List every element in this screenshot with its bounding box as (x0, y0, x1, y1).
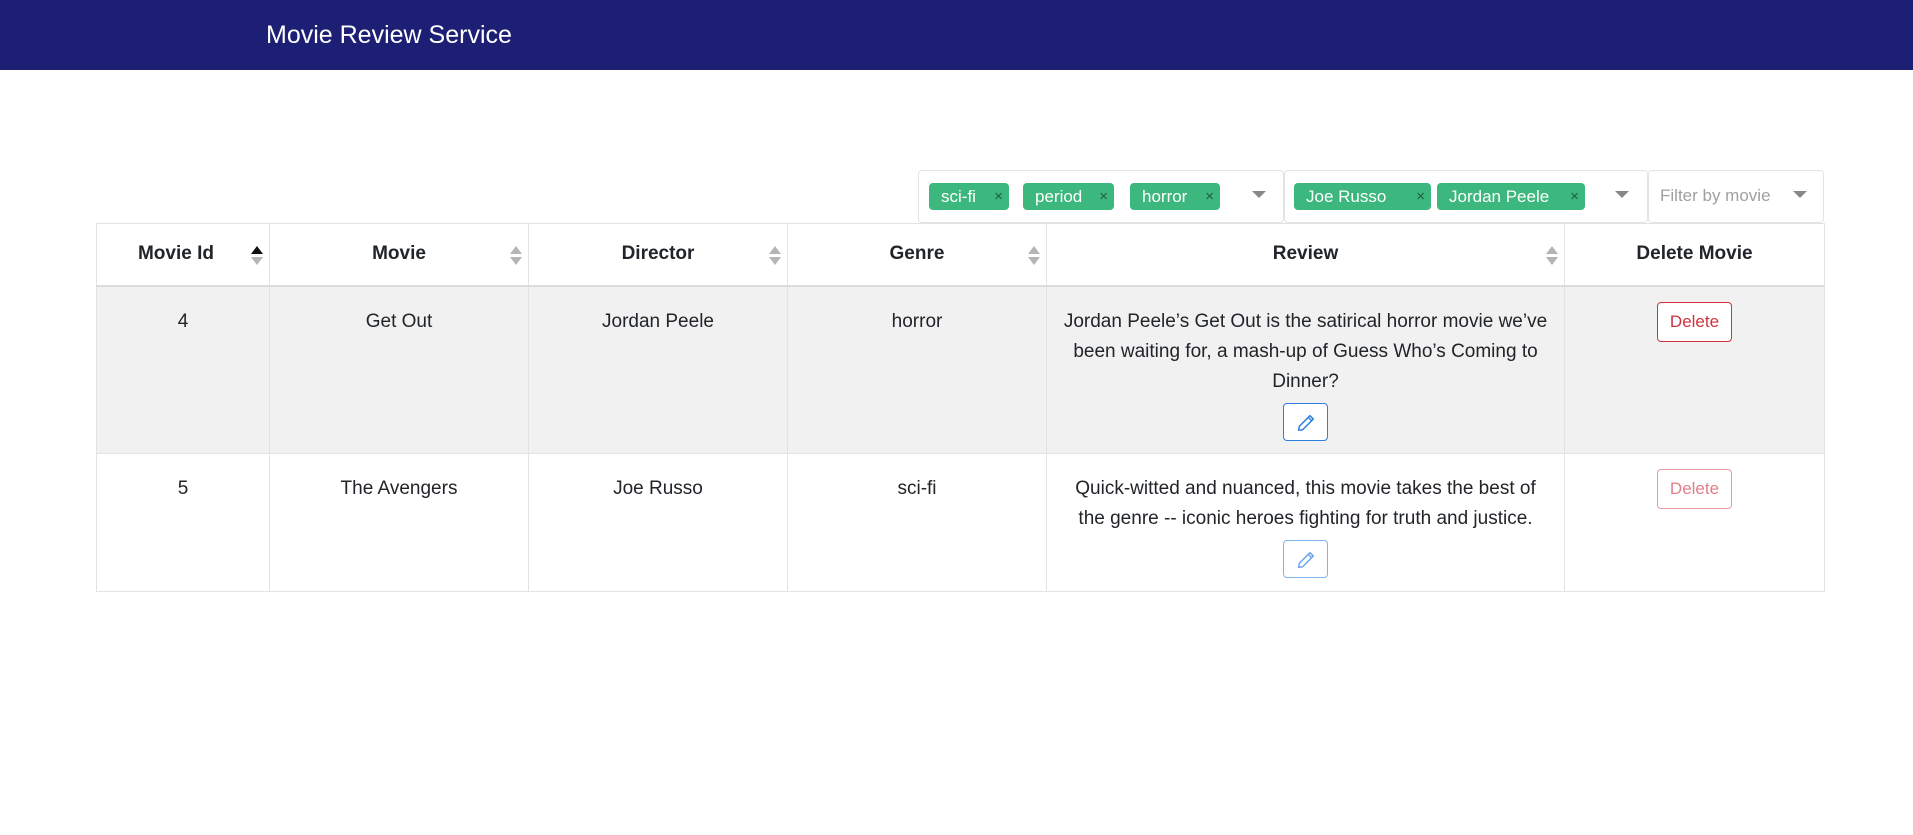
app-title[interactable]: Movie Review Service (266, 20, 512, 50)
column-header-review[interactable]: Review (1046, 223, 1565, 287)
caret-down-icon[interactable] (1252, 191, 1266, 198)
close-icon[interactable]: × (1099, 183, 1108, 210)
edit-review-button[interactable] (1283, 402, 1328, 441)
cell-movie: Get Out (269, 285, 529, 454)
column-header-delete: Delete Movie (1564, 223, 1825, 287)
cell-delete: Delete (1564, 285, 1825, 454)
movie-filter-placeholder: Filter by movie (1660, 186, 1771, 205)
movie-filter[interactable]: Filter by movie (1648, 170, 1824, 223)
close-icon[interactable]: × (994, 183, 1003, 210)
review-text: Quick-witted and nuanced, this movie tak… (1075, 478, 1536, 529)
cell-movie-id: 5 (96, 453, 270, 592)
caret-down-icon[interactable] (1793, 191, 1807, 198)
genre-filter[interactable]: sci-fi × period × horror × (918, 170, 1284, 223)
column-label: Movie (372, 243, 426, 265)
sort-arrows-icon[interactable] (510, 246, 522, 266)
edit-review-button[interactable] (1283, 540, 1328, 578)
sort-arrows-icon[interactable] (1546, 246, 1558, 266)
genre-chip[interactable]: sci-fi × (929, 183, 1009, 210)
close-icon[interactable]: × (1205, 183, 1214, 210)
pencil-icon (1297, 551, 1315, 569)
table-row[interactable]: 4 Get Out Jordan Peele horror Jordan Pee… (96, 285, 1825, 454)
cell-director: Joe Russo (528, 453, 788, 592)
column-label: Movie Id (137, 243, 214, 265)
delete-button[interactable]: Delete (1657, 301, 1732, 342)
table-header-row: Movie Id Movie Director Genre Review Del… (96, 223, 1825, 287)
chip-label: Joe Russo (1306, 187, 1387, 206)
delete-button[interactable]: Delete (1657, 469, 1732, 509)
genre-chip[interactable]: period × (1023, 183, 1114, 210)
column-label: Delete Movie (1636, 243, 1753, 265)
director-filter[interactable]: Joe Russo × Jordan Peele × (1284, 170, 1648, 223)
pencil-icon (1297, 414, 1315, 431)
column-header-genre[interactable]: Genre (787, 223, 1047, 287)
review-text: Jordan Peele’s Get Out is the satirical … (1063, 310, 1548, 392)
cell-genre: sci-fi (787, 453, 1047, 592)
navbar: Movie Review Service (0, 0, 1913, 70)
cell-movie: The Avengers (269, 453, 529, 592)
chip-label: period (1035, 187, 1083, 206)
movies-table: Movie Id Movie Director Genre Review Del… (96, 223, 1825, 592)
close-icon[interactable]: × (1416, 183, 1425, 210)
sort-arrows-icon[interactable] (769, 246, 781, 266)
cell-genre: horror (787, 285, 1047, 454)
director-chip[interactable]: Joe Russo × (1294, 183, 1431, 210)
cell-delete: Delete (1564, 453, 1825, 592)
column-label: Director (621, 243, 695, 265)
caret-down-icon[interactable] (1615, 191, 1629, 198)
column-label: Review (1272, 243, 1339, 265)
genre-chip[interactable]: horror × (1130, 183, 1220, 210)
chip-label: Jordan Peele (1449, 187, 1550, 206)
sort-arrows-icon[interactable] (1028, 246, 1040, 266)
cell-review: Quick-witted and nuanced, this movie tak… (1046, 453, 1565, 592)
column-header-director[interactable]: Director (528, 223, 788, 287)
table-row[interactable]: 5 The Avengers Joe Russo sci-fi Quick-wi… (96, 453, 1825, 592)
cell-movie-id: 4 (96, 285, 270, 454)
column-label: Genre (889, 243, 945, 265)
cell-review: Jordan Peele’s Get Out is the satirical … (1046, 285, 1565, 454)
sort-arrows-icon[interactable] (251, 246, 263, 266)
cell-director: Jordan Peele (528, 285, 788, 454)
column-header-movie-id[interactable]: Movie Id (96, 223, 270, 287)
chip-label: sci-fi (941, 187, 976, 206)
director-chip[interactable]: Jordan Peele × (1437, 183, 1585, 210)
column-header-movie[interactable]: Movie (269, 223, 529, 287)
filter-bar: sci-fi × period × horror × Joe Russo × J… (0, 170, 1913, 223)
close-icon[interactable]: × (1570, 183, 1579, 210)
chip-label: horror (1142, 187, 1188, 206)
